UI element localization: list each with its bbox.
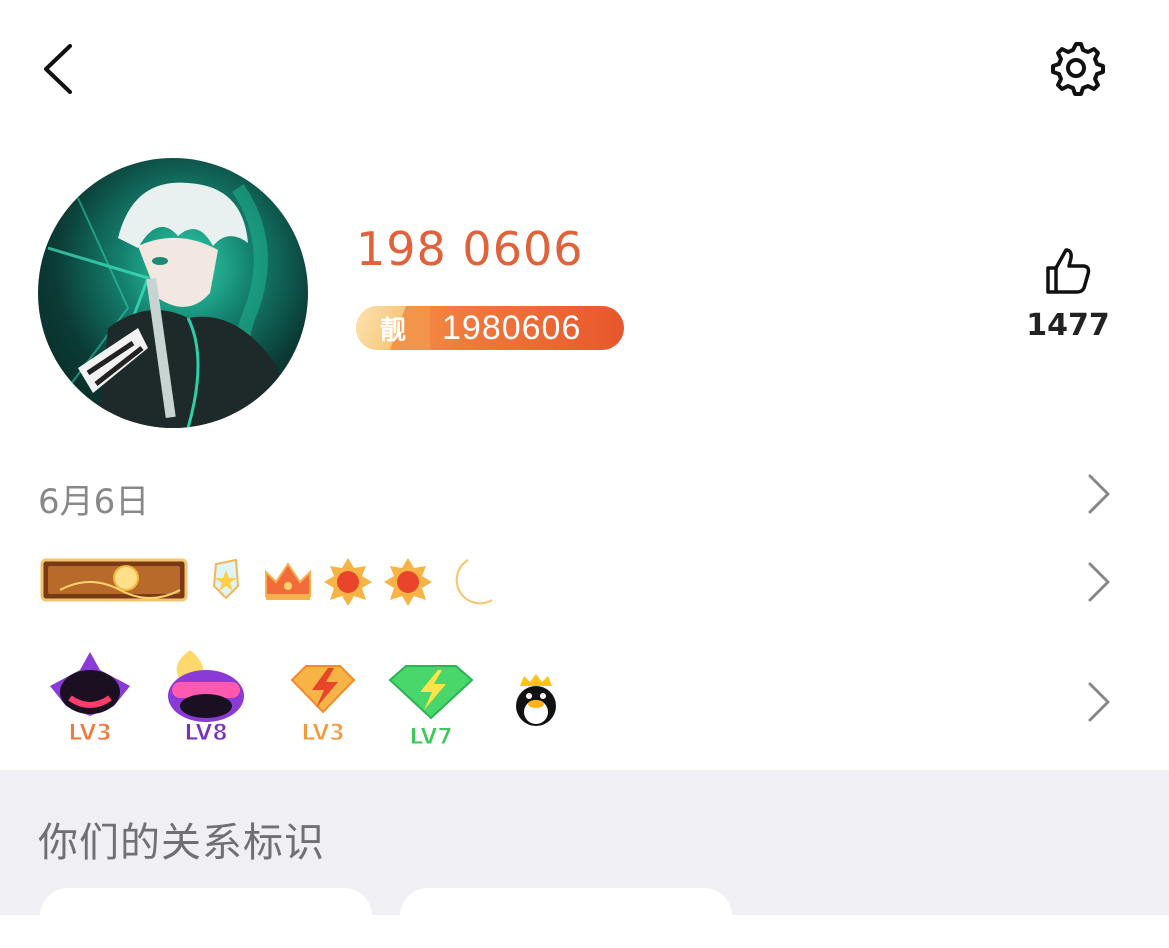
- chevron-right-icon: [1088, 474, 1110, 514]
- chevron-right-icon: [1088, 562, 1110, 602]
- badge-level-label: LV7: [409, 725, 452, 750]
- sun-badge: [324, 558, 372, 606]
- gear-icon: [1051, 42, 1105, 96]
- relation-card[interactable]: [400, 888, 732, 948]
- back-button[interactable]: [30, 36, 90, 102]
- chevron-right-icon: [1088, 682, 1110, 722]
- birthday-row[interactable]: [0, 460, 1169, 530]
- green-diamond-badge: LV7: [388, 665, 474, 751]
- flame-hair-level-badge: LV8: [168, 650, 244, 747]
- sun-badge: [384, 558, 432, 606]
- pretty-id-number: 1980606: [442, 308, 582, 347]
- birthday-row-chevron: [1084, 472, 1114, 520]
- like-count: 1477: [1026, 308, 1110, 343]
- display-name: 198 0606: [356, 222, 584, 276]
- honor-badges-chevron: [1084, 560, 1114, 608]
- birthday-label: 6月6日: [38, 482, 150, 522]
- badge-level-label: LV3: [301, 721, 344, 746]
- moon-badge: [455, 559, 493, 605]
- golden-banner-badge: [40, 558, 188, 602]
- chevron-left-icon: [44, 44, 72, 94]
- settings-button[interactable]: [1046, 38, 1106, 98]
- crown-badge: [265, 562, 311, 600]
- badge-level-label: LV8: [184, 721, 227, 746]
- honor-badges: [40, 554, 510, 610]
- pretty-id-badge[interactable]: 靓 1980606: [356, 306, 624, 350]
- star-shield-badge: [212, 558, 240, 600]
- anime-character-avatar: [47, 182, 288, 428]
- lightning-diamond-badge: LV3: [290, 665, 356, 747]
- dark-gem-level-badge: LV3: [50, 652, 130, 747]
- pretty-id-tag: 靓: [356, 306, 430, 350]
- badge-level-label: LV3: [68, 721, 111, 746]
- penguin-crown-badge: [516, 674, 556, 726]
- level-badges: LV3 LV8 LV3 LV7: [40, 646, 580, 756]
- relation-card[interactable]: [40, 888, 372, 948]
- relation-section-title: 你们的关系标识: [38, 820, 325, 866]
- thumbs-up-icon: [1046, 248, 1091, 294]
- avatar[interactable]: [38, 158, 308, 428]
- like-button[interactable]: [1040, 244, 1094, 298]
- level-badges-chevron: [1084, 680, 1114, 728]
